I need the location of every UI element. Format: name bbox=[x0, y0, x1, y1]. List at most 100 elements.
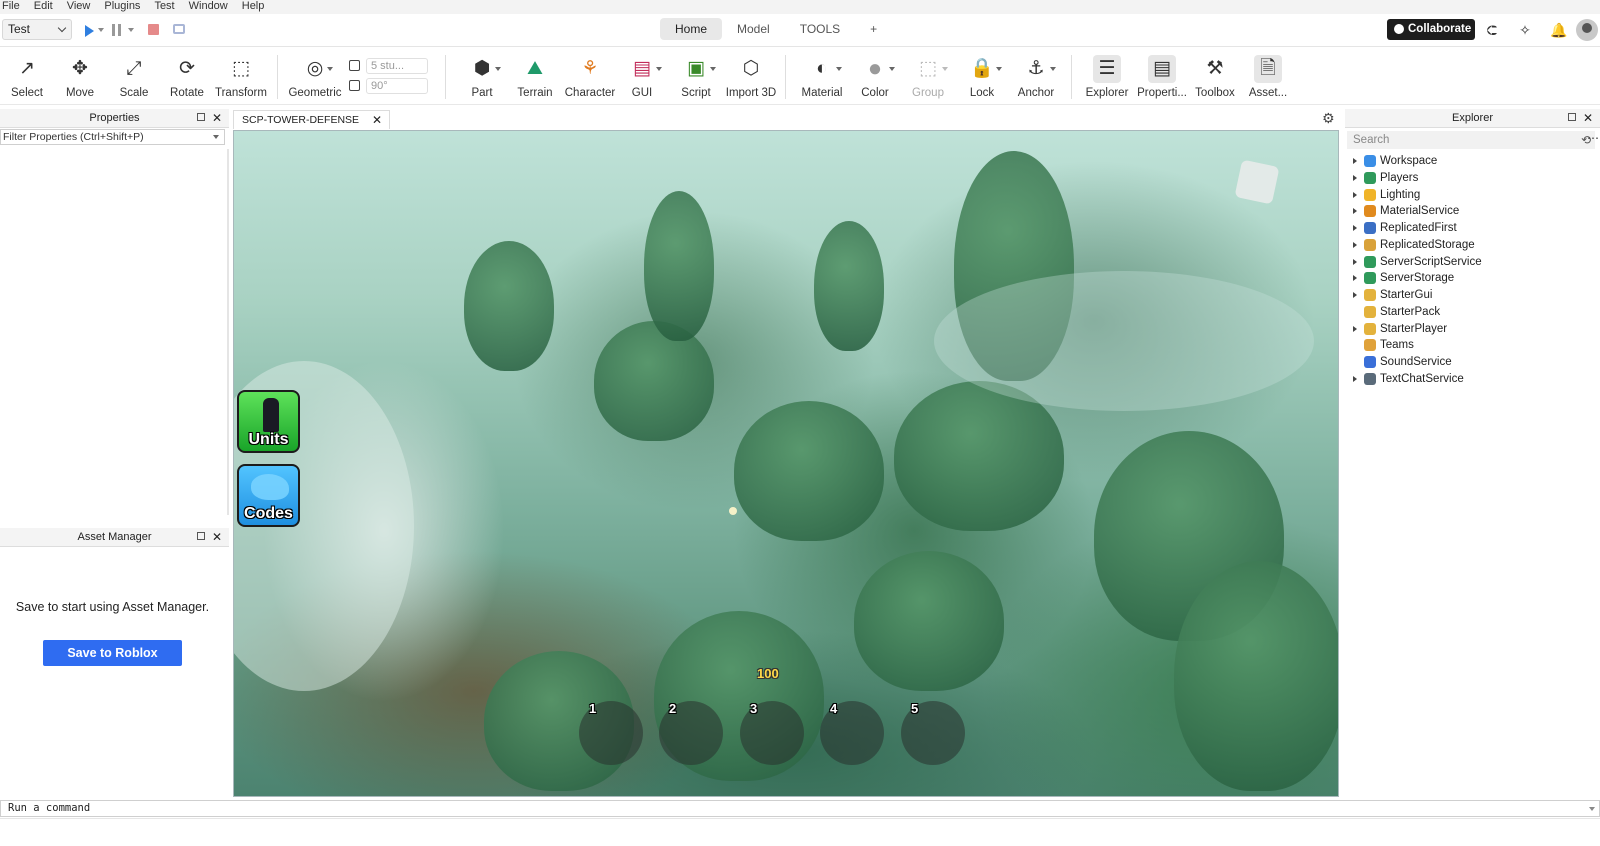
pause-icon[interactable] bbox=[112, 24, 121, 36]
tab-model[interactable]: Model bbox=[722, 18, 785, 40]
menu-test[interactable]: Test bbox=[154, 0, 174, 14]
gui-chevron-icon[interactable] bbox=[656, 67, 662, 71]
explorer-item-teams[interactable]: Teams bbox=[1350, 337, 1595, 354]
client-server-icon[interactable] bbox=[173, 24, 185, 34]
menu-edit[interactable]: Edit bbox=[34, 0, 53, 14]
group-button[interactable]: ⬚ Group bbox=[901, 55, 955, 99]
close-icon[interactable]: ✕ bbox=[212, 109, 222, 127]
explorer-item-textchatservice[interactable]: TextChatService bbox=[1350, 371, 1595, 388]
explorer-button[interactable]: ☰ Explorer bbox=[1080, 55, 1134, 99]
part-button[interactable]: ⬢ Part bbox=[455, 55, 509, 99]
move-snap-checkbox[interactable] bbox=[349, 60, 360, 71]
rotate-snap-checkbox[interactable] bbox=[349, 80, 360, 91]
close-tab-icon[interactable]: ✕ bbox=[372, 111, 382, 129]
assistant-sparkle-icon[interactable]: ✧ bbox=[1516, 21, 1534, 39]
tab-tools[interactable]: TOOLS bbox=[785, 18, 855, 40]
expand-arrow-icon[interactable] bbox=[1353, 174, 1357, 181]
properties-button[interactable]: ▤ Properti... bbox=[1134, 55, 1190, 99]
menu-window[interactable]: Window bbox=[189, 0, 228, 14]
expand-arrow-icon[interactable] bbox=[1353, 325, 1357, 332]
scale-tool-button[interactable]: ⤢ Scale bbox=[107, 55, 161, 99]
unit-slot-4[interactable]: 4 bbox=[820, 701, 884, 765]
close-icon[interactable]: ✕ bbox=[212, 528, 222, 546]
viewport-settings-gear-icon[interactable]: ⚙ bbox=[1322, 110, 1335, 127]
units-button[interactable]: Units bbox=[237, 390, 300, 453]
more-options-icon[interactable]: ⋯ bbox=[1587, 131, 1599, 145]
share-icon[interactable]: ⮈ bbox=[1483, 21, 1501, 39]
color-button[interactable]: ● Color bbox=[848, 55, 902, 99]
lock-button[interactable]: 🔒 Lock bbox=[955, 55, 1009, 99]
unit-slot-2[interactable]: 2 bbox=[659, 701, 723, 765]
expand-arrow-icon[interactable] bbox=[1353, 258, 1357, 265]
expand-arrow-icon[interactable] bbox=[1353, 375, 1357, 382]
part-chevron-icon[interactable] bbox=[495, 67, 501, 71]
save-to-roblox-button[interactable]: Save to Roblox bbox=[43, 640, 182, 666]
game-viewport[interactable]: Units Codes 100 1 2 3 4 5 bbox=[233, 130, 1339, 797]
explorer-item-replicatedstorage[interactable]: ReplicatedStorage bbox=[1350, 237, 1595, 254]
menu-plugins[interactable]: Plugins bbox=[104, 0, 140, 14]
expand-arrow-icon[interactable] bbox=[1353, 241, 1357, 248]
explorer-item-lighting[interactable]: Lighting bbox=[1350, 187, 1595, 204]
unit-slot-1[interactable]: 1 bbox=[579, 701, 643, 765]
expand-arrow-icon[interactable] bbox=[1353, 225, 1357, 231]
script-button[interactable]: ▣ Script bbox=[669, 55, 723, 99]
explorer-item-serverstorage[interactable]: ServerStorage bbox=[1350, 270, 1595, 287]
group-chevron-icon[interactable] bbox=[942, 67, 948, 71]
explorer-search-input[interactable]: Search ⟲ bbox=[1347, 131, 1595, 149]
rotate-snap-control[interactable]: 90° bbox=[349, 78, 428, 94]
play-mode-select[interactable]: Test bbox=[2, 19, 72, 40]
anchor-button[interactable]: ⚓ Anchor bbox=[1009, 55, 1063, 99]
close-icon[interactable]: ✕ bbox=[1583, 109, 1593, 127]
undock-icon[interactable] bbox=[197, 532, 205, 540]
geometric-chevron-icon[interactable] bbox=[327, 67, 333, 71]
terrain-button[interactable]: ⛰ Terrain bbox=[508, 55, 562, 99]
expand-arrow-icon[interactable] bbox=[1353, 208, 1357, 215]
material-button[interactable]: ◐ Material bbox=[793, 55, 851, 99]
explorer-item-materialservice[interactable]: MaterialService bbox=[1350, 203, 1595, 220]
expand-arrow-icon[interactable] bbox=[1353, 275, 1357, 282]
filter-properties-input[interactable]: Filter Properties (Ctrl+Shift+P) bbox=[0, 129, 225, 145]
transform-tool-button[interactable]: ⬚ Transform bbox=[214, 55, 268, 99]
chevron-down-icon[interactable] bbox=[1589, 807, 1595, 811]
explorer-item-players[interactable]: Players bbox=[1350, 170, 1595, 187]
asset-manager-button[interactable]: 🗎 Asset... bbox=[1241, 55, 1295, 99]
explorer-item-workspace[interactable]: Workspace bbox=[1350, 153, 1595, 170]
stop-icon[interactable] bbox=[148, 24, 159, 35]
character-button[interactable]: ⚘ Character bbox=[562, 55, 618, 99]
import-3d-button[interactable]: ⬡ Import 3D bbox=[723, 55, 779, 99]
undock-icon[interactable] bbox=[1568, 113, 1576, 121]
notifications-bell-icon[interactable]: 🔔 bbox=[1550, 21, 1568, 39]
view-orientation-gizmo[interactable] bbox=[1226, 157, 1286, 227]
rotate-tool-button[interactable]: ⟳ Rotate bbox=[160, 55, 214, 99]
gui-button[interactable]: ▤ GUI bbox=[615, 55, 669, 99]
script-chevron-icon[interactable] bbox=[710, 67, 716, 71]
select-tool-button[interactable]: ↗ Select bbox=[0, 55, 54, 99]
play-options-chevron-icon[interactable] bbox=[98, 28, 104, 32]
rotate-snap-value[interactable]: 90° bbox=[366, 78, 428, 94]
unit-slot-3[interactable]: 3 bbox=[740, 701, 804, 765]
explorer-item-startergui[interactable]: StarterGui bbox=[1350, 287, 1595, 304]
expand-arrow-icon[interactable] bbox=[1353, 292, 1357, 298]
explorer-item-soundservice[interactable]: SoundService bbox=[1350, 354, 1595, 371]
tab-home[interactable]: Home bbox=[660, 18, 723, 40]
move-snap-control[interactable]: 5 stu... bbox=[349, 58, 428, 74]
explorer-item-serverscriptservice[interactable]: ServerScriptService bbox=[1350, 254, 1595, 271]
geometric-button[interactable]: ◎ Geometric bbox=[285, 55, 345, 99]
menu-file[interactable]: File bbox=[2, 0, 20, 14]
undock-icon[interactable] bbox=[197, 113, 205, 121]
explorer-item-starterpack[interactable]: StarterPack bbox=[1350, 304, 1595, 321]
command-bar-input[interactable]: Run a command bbox=[0, 800, 1600, 817]
view-cube-icon[interactable] bbox=[1234, 159, 1280, 205]
collaborate-button[interactable]: Collaborate bbox=[1387, 19, 1475, 40]
color-chevron-icon[interactable] bbox=[889, 67, 895, 71]
move-tool-button[interactable]: ✥ Move bbox=[53, 55, 107, 99]
anchor-chevron-icon[interactable] bbox=[1050, 67, 1056, 71]
expand-arrow-icon[interactable] bbox=[1353, 158, 1357, 164]
toolbox-button[interactable]: ⚒ Toolbox bbox=[1188, 55, 1242, 99]
menu-help[interactable]: Help bbox=[242, 0, 265, 14]
avatar[interactable] bbox=[1576, 19, 1598, 41]
explorer-item-replicatedfirst[interactable]: ReplicatedFirst bbox=[1350, 220, 1595, 237]
expand-arrow-icon[interactable] bbox=[1353, 191, 1357, 198]
codes-button[interactable]: Codes bbox=[237, 464, 300, 527]
unit-slot-5[interactable]: 5 bbox=[901, 701, 965, 765]
